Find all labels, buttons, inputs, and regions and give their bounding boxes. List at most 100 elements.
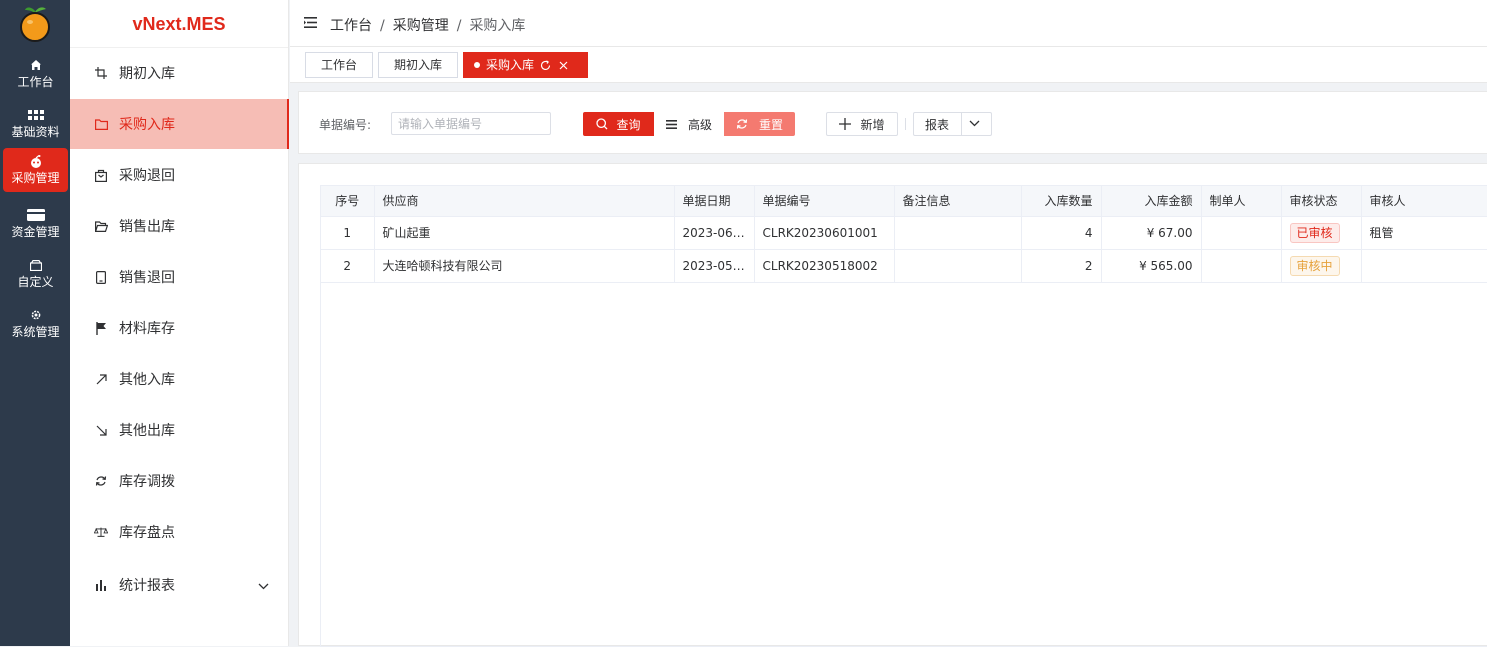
home-icon <box>3 58 68 72</box>
menu-item-stock-count[interactable]: 库存盘点 <box>70 507 289 557</box>
rail-label: 基础资料 <box>11 125 60 139</box>
crop-icon <box>94 66 108 80</box>
refresh-icon <box>94 474 108 488</box>
cell-maker <box>1201 216 1282 250</box>
data-table: 序号 供应商 单据日期 单据编号 备注信息 入库数量 入库金额 制单人 审核状态… <box>320 185 1487 647</box>
column-header[interactable]: 单据编号 <box>754 186 895 217</box>
menu-item-sales-return[interactable]: 销售退回 <box>70 252 289 302</box>
menu-item-sales-out[interactable]: 销售出库 <box>70 201 289 251</box>
cell-remark <box>894 249 1022 283</box>
arrow-up-right-icon <box>94 372 108 386</box>
menu-item-label: 期初入库 <box>119 66 175 82</box>
cell-status: 审核中 <box>1281 249 1362 283</box>
column-header[interactable]: 审核人 <box>1361 186 1487 217</box>
bar-chart-icon <box>94 578 108 592</box>
column-header[interactable]: 备注信息 <box>894 186 1022 217</box>
menu-item-purchase-return[interactable]: 采购退回 <box>70 150 289 200</box>
toolbar-divider <box>905 118 906 130</box>
status-badge-pending: 审核中 <box>1289 255 1340 276</box>
advanced-button[interactable]: 高级 <box>654 112 724 136</box>
menu-item-stock-transfer[interactable]: 库存调拨 <box>70 456 289 506</box>
table-row[interactable]: 2 大连哈顿科技有限公司 2023-05-18 CLRK20230518002 … <box>321 249 1487 283</box>
table-header-row: 序号 供应商 单据日期 单据编号 备注信息 入库数量 入库金额 制单人 审核状态… <box>321 186 1487 217</box>
cell-auditor <box>1361 249 1487 283</box>
tab-purchase-stock-in[interactable]: 采购入库 <box>463 52 588 78</box>
arrow-down-right-icon <box>94 423 108 437</box>
flag-icon <box>94 321 108 335</box>
table-panel: 序号 供应商 单据日期 单据编号 备注信息 入库数量 入库金额 制单人 审核状态… <box>298 163 1487 647</box>
reset-button[interactable]: 重置 <box>724 112 795 136</box>
cell-remark <box>894 216 1022 250</box>
search-icon <box>596 118 608 130</box>
cell-no: 2 <box>321 249 375 283</box>
refresh-icon[interactable] <box>540 59 551 71</box>
menu-item-opening-stock-in[interactable]: 期初入库 <box>70 48 289 98</box>
column-header[interactable]: 序号 <box>321 186 375 217</box>
add-button-label: 新增 <box>860 117 885 132</box>
query-button-label: 查询 <box>616 117 641 132</box>
menu-item-label: 其他出库 <box>119 423 175 439</box>
orange-logo-icon <box>20 7 50 42</box>
scale-icon <box>94 525 108 539</box>
cell-date: 2023-05-18 <box>674 249 755 283</box>
breadcrumb-item[interactable]: 采购管理 <box>393 18 449 34</box>
menu-item-label: 统计报表 <box>119 578 175 594</box>
column-header[interactable]: 单据日期 <box>674 186 755 217</box>
menu-item-label: 采购入库 <box>119 117 175 133</box>
column-header[interactable]: 入库数量 <box>1021 186 1102 217</box>
bag-icon <box>94 168 108 182</box>
gear-icon <box>3 308 68 322</box>
status-badge-approved: 已审核 <box>1289 222 1340 243</box>
rail-label: 资金管理 <box>11 225 60 239</box>
column-header[interactable]: 入库金额 <box>1101 186 1202 217</box>
column-header[interactable]: 审核状态 <box>1281 186 1362 217</box>
column-header[interactable]: 制单人 <box>1201 186 1282 217</box>
doc-number-input[interactable] <box>391 112 551 135</box>
refresh-icon <box>736 118 748 130</box>
menu-toggle-icon[interactable] <box>304 17 317 32</box>
menu-item-material-stock[interactable]: 材料库存 <box>70 303 289 353</box>
menu-item-label: 其他入库 <box>119 372 175 388</box>
rail-item-custom[interactable]: 自定义 <box>3 252 68 296</box>
report-dropdown-button[interactable]: 报表 <box>913 112 992 136</box>
rail-item-purchase[interactable]: 采购管理 <box>3 148 68 192</box>
breadcrumb: 工作台 / 采购管理 / 采购入库 <box>330 15 525 35</box>
tab-workbench[interactable]: 工作台 <box>305 52 374 78</box>
cell-supplier: 大连哈顿科技有限公司 <box>374 249 675 283</box>
breadcrumb-separator: / <box>380 18 385 34</box>
column-header[interactable]: 供应商 <box>374 186 675 217</box>
menu-item-statistics[interactable]: 统计报表 <box>70 560 289 610</box>
tab-label: 采购入库 <box>486 58 535 72</box>
rail-item-workbench[interactable]: 工作台 <box>3 52 68 96</box>
top-bar: 工作台 / 采购管理 / 采购入库 <box>290 0 1487 47</box>
card-icon <box>3 208 68 222</box>
main-nav-rail: 工作台 基础资料 采购管理 资金管理 自定义 系统管理 <box>0 0 70 646</box>
report-button-label: 报表 <box>925 117 950 132</box>
rail-item-funds[interactable]: 资金管理 <box>3 202 68 246</box>
cell-status: 已审核 <box>1281 216 1362 250</box>
menu-item-label: 销售退回 <box>119 270 175 286</box>
table-row[interactable]: 1 矿山起重 2023-06-01 CLRK20230601001 4 ¥ 67… <box>321 216 1487 250</box>
box-icon <box>3 258 68 272</box>
rail-item-basic-data[interactable]: 基础资料 <box>3 102 68 146</box>
menu-item-purchase-stock-in[interactable]: 采购入库 <box>70 99 289 149</box>
close-icon[interactable] <box>559 61 568 70</box>
chevron-down-icon[interactable] <box>258 578 269 594</box>
grid-icon <box>3 108 68 122</box>
chevron-down-icon <box>969 120 980 127</box>
rail-item-system[interactable]: 系统管理 <box>3 302 68 346</box>
breadcrumb-item[interactable]: 工作台 <box>330 18 372 34</box>
menu-item-other-out[interactable]: 其他出库 <box>70 405 289 455</box>
plus-icon <box>839 118 852 130</box>
advanced-button-label: 高级 <box>687 117 712 132</box>
folder-open-icon <box>94 219 108 233</box>
dropdown-separator <box>961 113 962 135</box>
menu-item-other-in[interactable]: 其他入库 <box>70 354 289 404</box>
menu-item-label: 采购退回 <box>119 168 175 184</box>
add-button[interactable]: 新增 <box>826 112 898 136</box>
tab-opening-stock-in[interactable]: 期初入库 <box>378 52 459 78</box>
active-dot <box>474 62 480 68</box>
cell-supplier: 矿山起重 <box>374 216 675 250</box>
purchase-icon <box>3 154 68 168</box>
query-button[interactable]: 查询 <box>583 112 654 136</box>
